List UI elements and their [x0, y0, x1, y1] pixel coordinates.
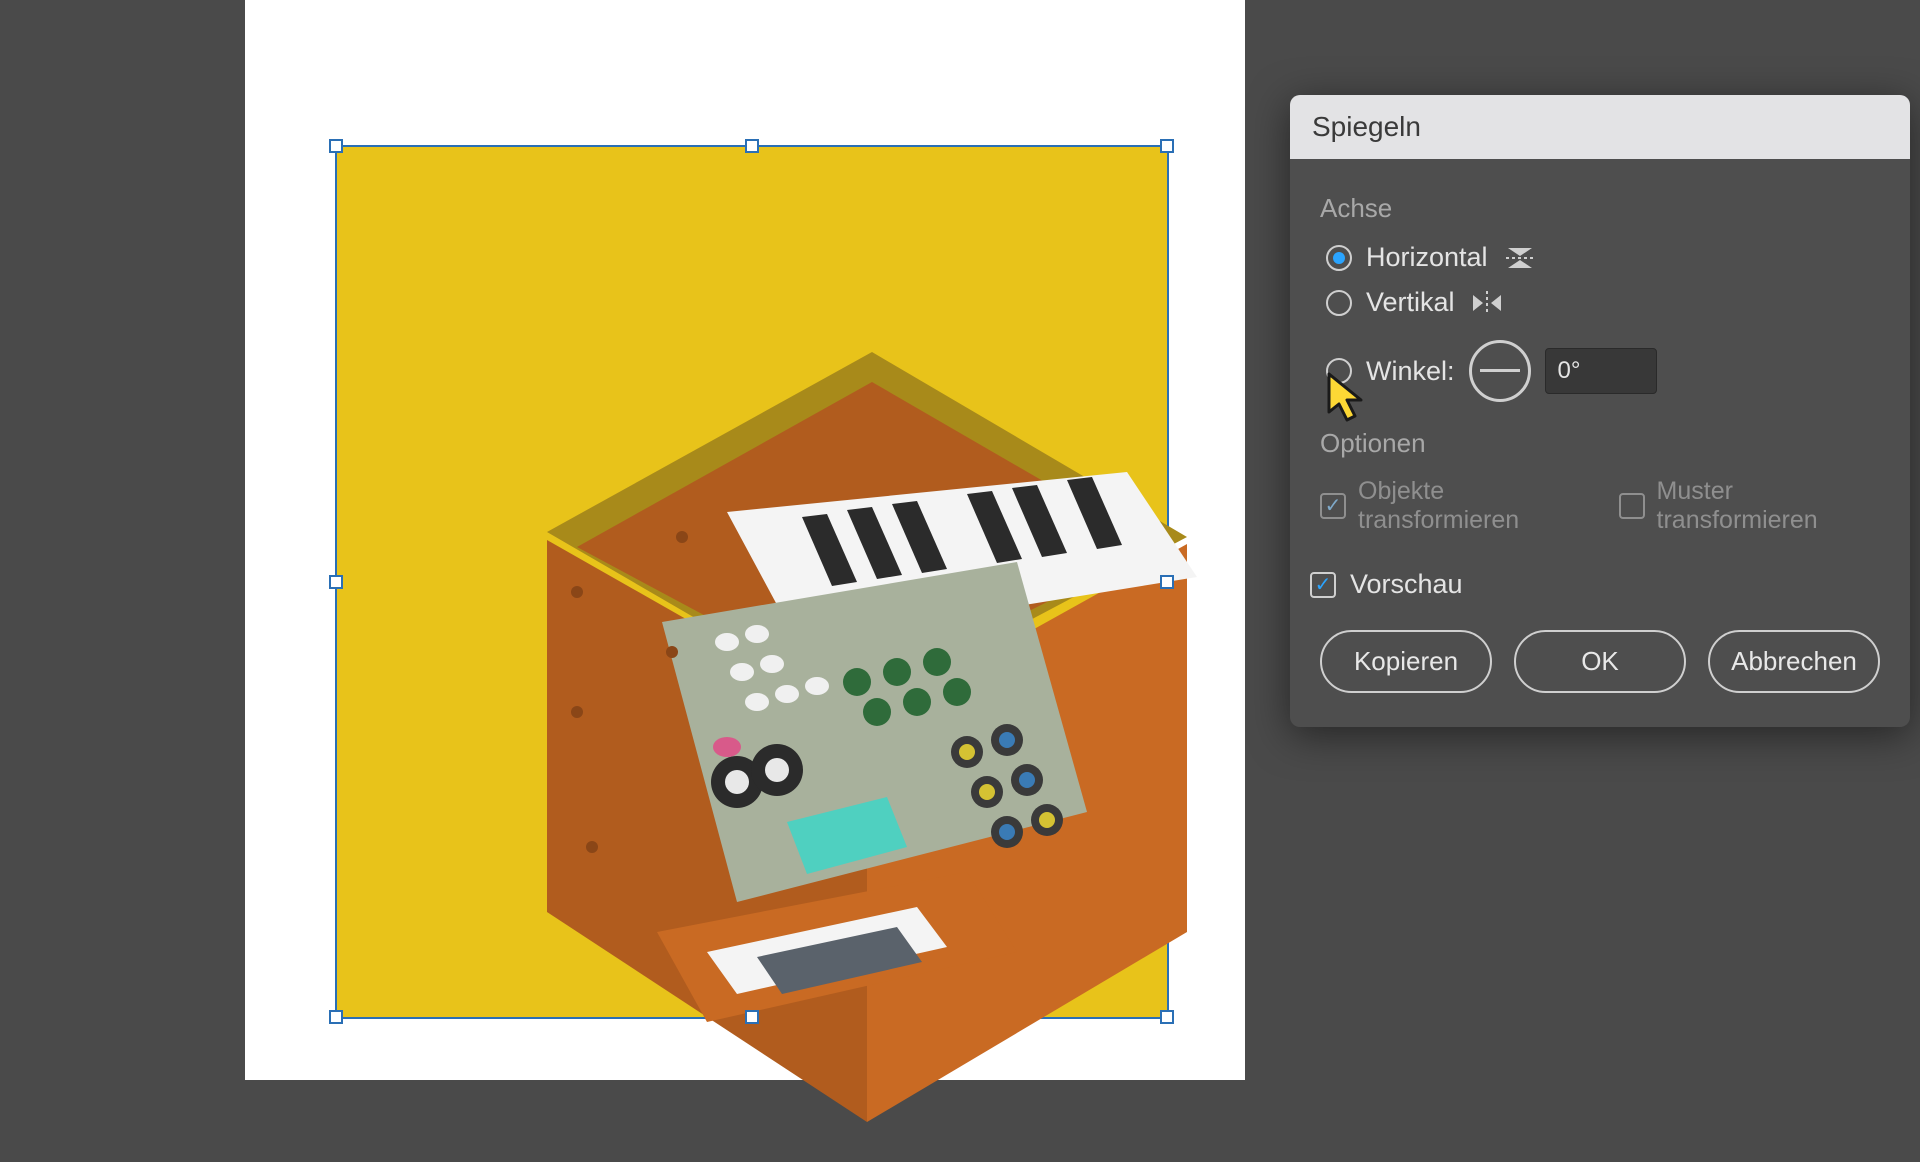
- axis-section-label: Achse: [1320, 193, 1880, 224]
- radio-angle[interactable]: [1326, 358, 1352, 384]
- transform-patterns-label: Muster transformieren: [1657, 477, 1880, 535]
- preview-label: Vorschau: [1350, 569, 1463, 600]
- checkbox-transform-objects: [1320, 493, 1346, 519]
- artboard: [245, 0, 1245, 1080]
- radio-vertical[interactable]: [1326, 290, 1352, 316]
- angle-dial[interactable]: [1469, 340, 1531, 402]
- axis-angle-row[interactable]: Winkel:: [1326, 340, 1880, 402]
- copy-button[interactable]: Kopieren: [1320, 630, 1492, 693]
- vertical-axis-icon: [1469, 289, 1505, 317]
- axis-horizontal-row[interactable]: Horizontal: [1326, 242, 1880, 273]
- selection-handle[interactable]: [329, 1010, 343, 1024]
- axis-vertical-row[interactable]: Vertikal: [1326, 287, 1880, 318]
- selection-handle[interactable]: [745, 139, 759, 153]
- selection-handle[interactable]: [1160, 139, 1174, 153]
- reflect-dialog: Spiegeln Achse Horizontal Vertikal Winke…: [1290, 95, 1910, 727]
- selection-handle[interactable]: [329, 139, 343, 153]
- selection-handle[interactable]: [1160, 575, 1174, 589]
- dialog-title: Spiegeln: [1290, 95, 1910, 159]
- transform-objects-label: Objekte transformieren: [1358, 477, 1591, 535]
- preview-row[interactable]: Vorschau: [1310, 569, 1880, 600]
- selection-handle[interactable]: [1160, 1010, 1174, 1024]
- synth-illustration: [427, 292, 1257, 1162]
- angle-input[interactable]: [1545, 348, 1657, 394]
- cancel-button[interactable]: Abbrechen: [1708, 630, 1880, 693]
- angle-label: Winkel:: [1366, 356, 1455, 387]
- horizontal-axis-icon: [1502, 244, 1538, 272]
- ok-button[interactable]: OK: [1514, 630, 1686, 693]
- checkbox-preview[interactable]: [1310, 572, 1336, 598]
- selection-handle[interactable]: [329, 575, 343, 589]
- options-section-label: Optionen: [1320, 428, 1880, 459]
- horizontal-label: Horizontal: [1366, 242, 1488, 273]
- radio-horizontal[interactable]: [1326, 245, 1352, 271]
- vertical-label: Vertikal: [1366, 287, 1455, 318]
- checkbox-transform-patterns: [1619, 493, 1645, 519]
- selected-artwork[interactable]: [335, 145, 1169, 1019]
- selection-handle[interactable]: [745, 1010, 759, 1024]
